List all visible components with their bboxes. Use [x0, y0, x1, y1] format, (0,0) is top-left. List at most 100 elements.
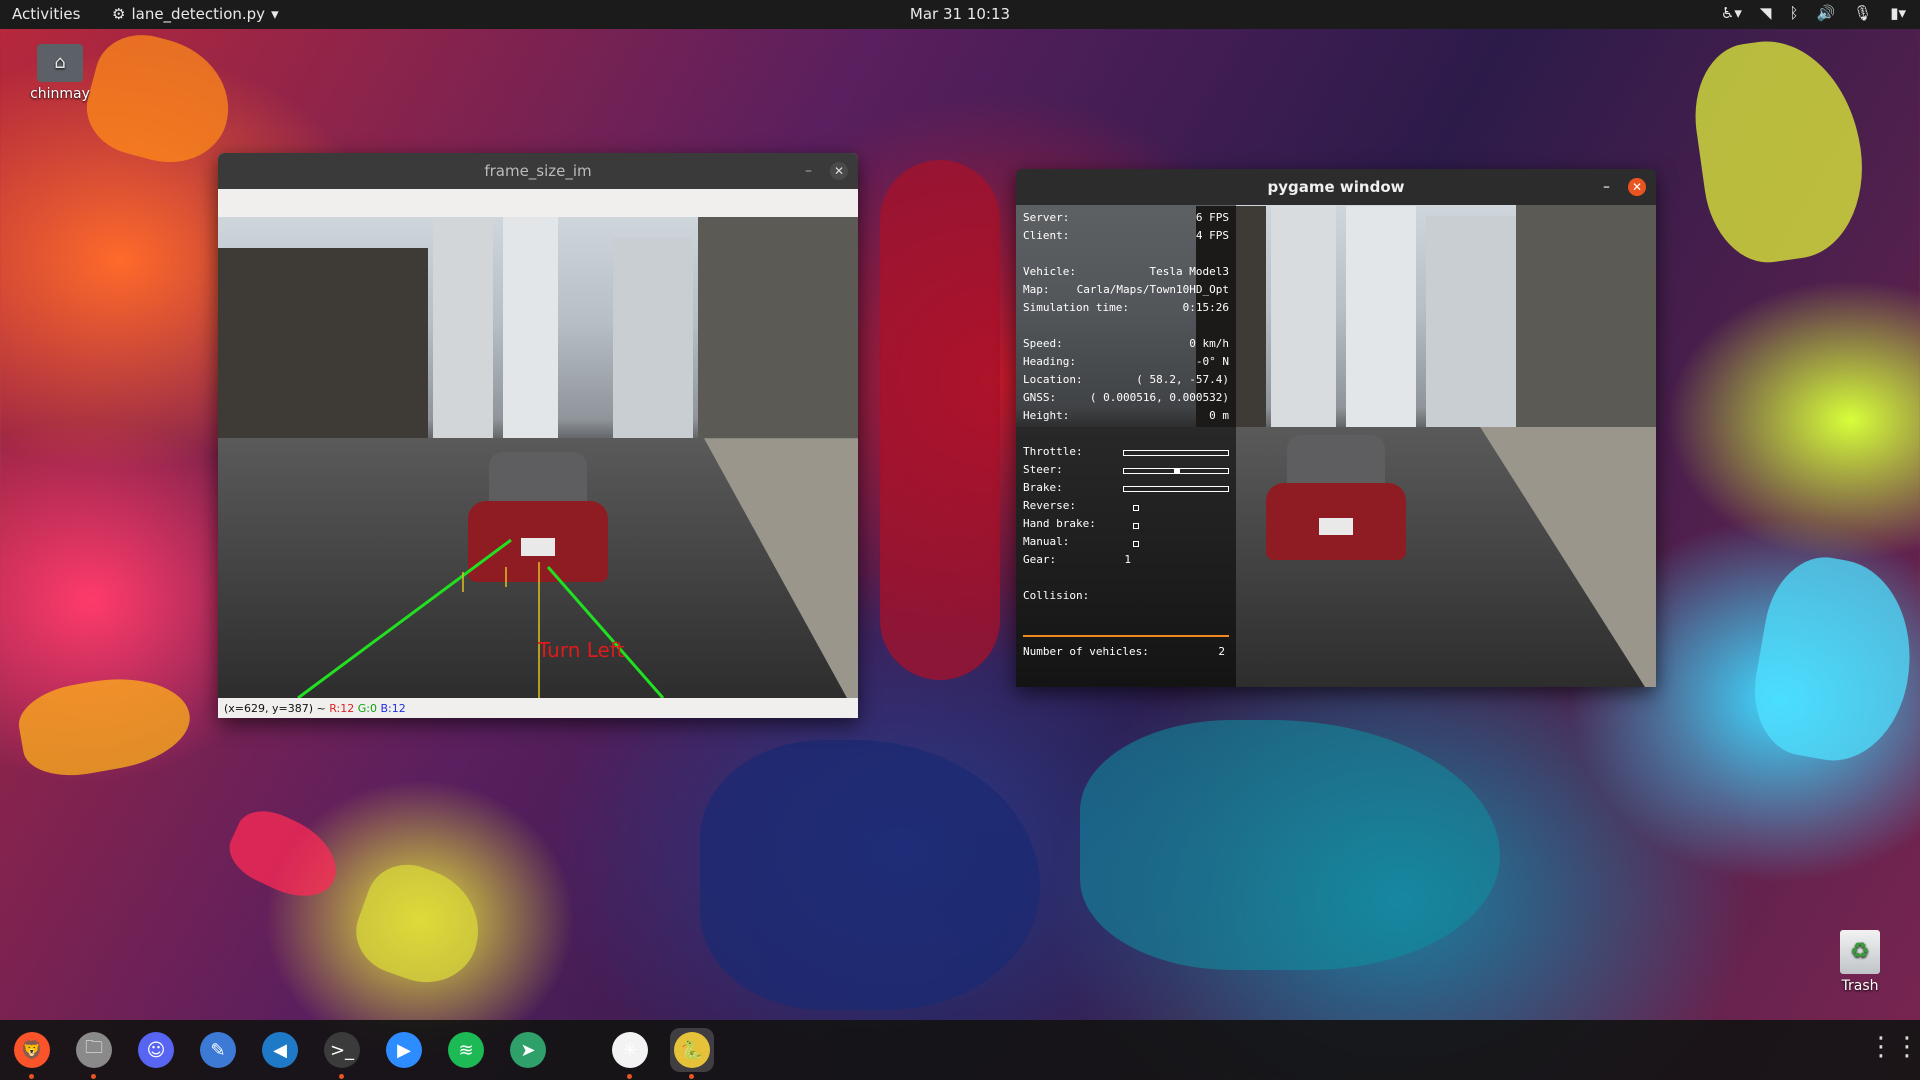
hud-row-height: Height: 0 m — [1023, 409, 1229, 422]
camera-frame[interactable]: Turn Left — [218, 217, 858, 698]
vscode-icon: ◀ — [262, 1032, 298, 1068]
hud-row-vehicle: Vehicle: Tesla Model3 — [1023, 265, 1229, 278]
top-bar: Activities ⚙ lane_detection.py ▾ Mar 31 … — [0, 0, 1920, 29]
close-button[interactable]: ✕ — [1628, 178, 1646, 196]
minimize-button[interactable]: – — [1603, 169, 1610, 205]
bluetooth-icon: ᛒ — [1789, 4, 1799, 22]
dock: 🦁 🗀 ☺ ✎ ◀ >_ ▶ ≋ ➤ ✳ 🐍 ⋮⋮⋮ — [0, 1020, 1920, 1080]
building — [1426, 216, 1516, 437]
running-indicator — [91, 1074, 96, 1079]
hud-panel: Server: 6 FPS Client: 4 FPS Vehicle: Tesla … — [1016, 205, 1236, 687]
hud-row-simtime: Simulation time: 0:15:26 — [1023, 301, 1229, 314]
collision-graph — [1023, 607, 1229, 637]
trash-label: Trash — [1841, 978, 1879, 994]
dock-app-spotify[interactable]: ≋ — [444, 1028, 488, 1072]
pixel-status-bar: (x=629, y=387) ~ R:12 G:0 B:12 — [218, 698, 858, 718]
desktop-trash[interactable]: ♻ Trash — [1815, 930, 1905, 994]
hud-row-gnss: GNSS:( 0.000516, 0.000532) — [1023, 391, 1229, 404]
lane-overlay: Turn Left — [297, 538, 665, 698]
close-button[interactable]: ✕ — [830, 162, 848, 180]
hud-row-vehicles: Number of vehicles: 2 — [1023, 645, 1225, 658]
dock-app-text-editor[interactable]: ✎ — [196, 1028, 240, 1072]
building — [1516, 205, 1656, 437]
throttle-bar — [1123, 450, 1229, 456]
pixel-b: B:12 — [380, 702, 406, 715]
show-applications-grid-icon[interactable]: ⋮⋮⋮ — [1868, 1032, 1920, 1068]
left-lane-line — [297, 538, 512, 698]
pixel-r: R:12 — [329, 702, 355, 715]
hud-row-map: Map: Carla/Maps/Town10HD_Opt — [1023, 283, 1229, 296]
handbrake-checkbox — [1133, 523, 1139, 529]
dock-app-telegram-like[interactable]: ➤ — [506, 1028, 550, 1072]
license-plate — [1319, 517, 1353, 535]
dock-app-files[interactable]: 🗀 — [72, 1028, 116, 1079]
dock-app-brave[interactable]: 🦁 — [10, 1028, 54, 1079]
opencv-titlebar[interactable]: frame_size_im – ✕ — [218, 153, 858, 189]
accessibility-icon[interactable]: ♿▾ — [1721, 4, 1742, 22]
volume-icon: 🔊 — [1816, 4, 1836, 22]
wallpaper-stroke — [880, 160, 1000, 680]
dock-app-discord[interactable]: ☺ — [134, 1028, 178, 1072]
trash-icon: ♻ — [1840, 930, 1880, 974]
carla-icon: ✳ — [612, 1032, 648, 1068]
window-title: frame_size_im — [484, 162, 592, 180]
turn-direction-label: Turn Left — [537, 638, 625, 662]
pygame-window[interactable]: pygame window – ✕ Server: 6 FPS Client: 4 … — [1016, 169, 1656, 687]
hud-row-heading: Heading: -0° N — [1023, 355, 1229, 368]
hud-row-gear: Gear: 1 — [1023, 553, 1131, 566]
dock-app-pygame[interactable]: 🐍 — [670, 1028, 714, 1079]
running-indicator — [689, 1074, 694, 1079]
hud-row-collision: Collision: — [1023, 589, 1090, 602]
files-icon: 🗀 — [76, 1032, 112, 1068]
wallpaper-stroke — [344, 852, 496, 998]
brave-icon: 🦁 — [14, 1032, 50, 1068]
brake-bar — [1123, 486, 1229, 492]
opencv-toolbar — [218, 189, 858, 217]
hud-row-manual: Manual: — [1023, 535, 1229, 553]
dock-app-vscode[interactable]: ◀ — [258, 1028, 302, 1072]
pixel-coords: (x=629, y=387) ~ — [224, 702, 326, 715]
opencv-window[interactable]: frame_size_im – ✕ Turn Left (x=629, y=38… — [218, 153, 858, 718]
hud-row-reverse: Reverse: — [1023, 499, 1229, 517]
battery-icon: ▮▾ — [1890, 4, 1906, 22]
hud-row-steer: Steer: — [1023, 463, 1229, 481]
hud-row-speed: Speed: 0 km/h — [1023, 337, 1229, 350]
home-folder-icon: ⌂ — [37, 44, 83, 82]
pixel-g: G:0 — [357, 702, 377, 715]
running-indicator — [29, 1074, 34, 1079]
wallpaper-stroke — [1685, 29, 1875, 271]
dock-app-terminal[interactable]: >_ — [320, 1028, 364, 1079]
building — [1346, 206, 1416, 437]
spotify-icon: ≋ — [448, 1032, 484, 1068]
wallpaper-stroke — [220, 800, 350, 910]
running-indicator — [339, 1074, 344, 1079]
telegram-like-icon: ➤ — [510, 1032, 546, 1068]
wifi-icon: ◥ — [1759, 4, 1772, 22]
text-editor-icon: ✎ — [200, 1032, 236, 1068]
minimize-button[interactable]: – — [805, 153, 812, 189]
dock-app-carla[interactable]: ✳ — [608, 1028, 652, 1079]
building — [1271, 205, 1336, 437]
system-tray[interactable]: ♿▾ ◥ ᛒ 🔊 🎙 ▮▾ — [1721, 4, 1906, 22]
hud-row-location: Location:( 58.2, -57.4) — [1023, 373, 1229, 386]
wallpaper-stroke — [13, 665, 197, 785]
manual-checkbox — [1133, 541, 1139, 547]
reverse-checkbox — [1133, 505, 1139, 511]
clock[interactable]: Mar 31 10:13 — [0, 5, 1920, 23]
hud-row-brake: Brake: — [1023, 481, 1229, 499]
running-indicator — [627, 1074, 632, 1079]
right-lane-line — [546, 566, 665, 698]
pygame-titlebar[interactable]: pygame window – ✕ — [1016, 169, 1656, 205]
hud-row-throttle: Throttle: — [1023, 445, 1229, 463]
dock-app-zoom[interactable]: ▶ — [382, 1028, 426, 1072]
desktop-home-folder[interactable]: ⌂ chinmay — [15, 44, 105, 102]
terminal-icon: >_ — [324, 1032, 360, 1068]
hud-row-handbrake: Hand brake: — [1023, 517, 1229, 535]
microphone-icon: 🎙 — [1853, 4, 1873, 22]
ego-car — [1266, 435, 1406, 560]
wallpaper-stroke — [1743, 548, 1920, 772]
dock-app-list: 🦁 🗀 ☺ ✎ ◀ >_ ▶ ≋ ➤ ✳ 🐍 — [10, 1028, 714, 1079]
carla-camera-view[interactable]: Server: 6 FPS Client: 4 FPS Vehicle: Tesla … — [1016, 205, 1656, 687]
discord-icon: ☺ — [138, 1032, 174, 1068]
wallpaper-stroke — [1080, 720, 1500, 970]
